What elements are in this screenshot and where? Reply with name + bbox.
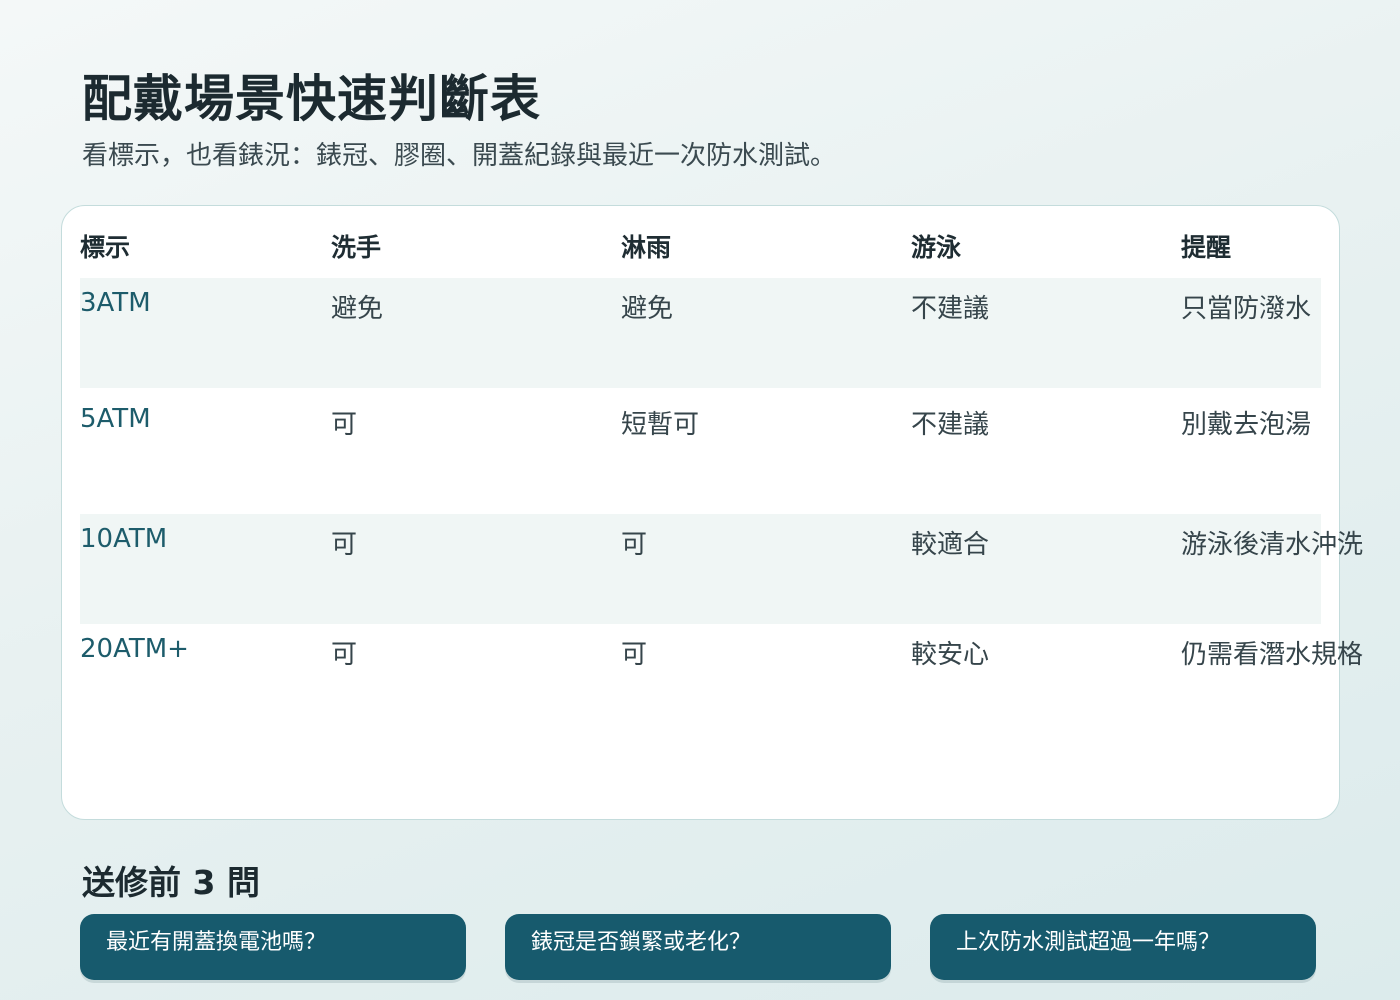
swimming-cell: 不建議 bbox=[911, 410, 990, 440]
column-header-rating: 標示 bbox=[80, 233, 131, 262]
reminder-cell: 游泳後清水沖洗 bbox=[1181, 530, 1364, 560]
reminder-cell: 別戴去泡湯 bbox=[1181, 410, 1312, 440]
table-row: 3ATM 避免 避免 不建議 只當防潑水 bbox=[80, 278, 1321, 388]
column-header-hand-washing: 洗手 bbox=[331, 233, 382, 262]
reminder-cell: 只當防潑水 bbox=[1181, 294, 1312, 324]
question-button-battery-change[interactable]: 最近有開蓋換電池嗎？ bbox=[80, 914, 466, 980]
wear-scenario-table: 標示 洗手 淋雨 游泳 提醒 3ATM 避免 避免 不建議 只當防潑水 5ATM… bbox=[61, 205, 1363, 820]
rating-cell: 3ATM bbox=[80, 288, 151, 318]
rating-cell: 5ATM bbox=[80, 404, 151, 434]
rating-cell: 20ATM+ bbox=[80, 634, 189, 664]
swimming-cell: 較安心 bbox=[911, 640, 990, 670]
page-subtitle: 看標示，也看錶況：錶冠、膠圈、開蓋紀錄與最近一次防水測試。 bbox=[82, 141, 837, 171]
table-row: 5ATM 可 短暫可 不建議 別戴去泡湯 bbox=[80, 388, 1321, 514]
reminder-cell: 仍需看潛水規格 bbox=[1181, 640, 1364, 670]
column-header-rain: 淋雨 bbox=[621, 233, 672, 262]
column-header-reminder: 提醒 bbox=[1181, 233, 1232, 262]
rain-cell: 可 bbox=[621, 640, 648, 670]
question-button-water-test[interactable]: 上次防水測試超過一年嗎？ bbox=[930, 914, 1316, 980]
table-row: 20ATM+ 可 可 較安心 仍需看潛水規格 bbox=[80, 624, 1363, 734]
question-button-crown-check[interactable]: 錶冠是否鎖緊或老化？ bbox=[505, 914, 891, 980]
page-title: 配戴場景快速判斷表 bbox=[82, 70, 541, 128]
swimming-cell: 不建議 bbox=[911, 294, 990, 324]
hand-washing-cell: 可 bbox=[331, 530, 358, 560]
rating-cell: 10ATM bbox=[80, 524, 168, 554]
rain-cell: 短暫可 bbox=[621, 410, 700, 440]
checklist-title: 送修前 3 問 bbox=[82, 863, 260, 902]
rain-cell: 避免 bbox=[621, 294, 674, 324]
hand-washing-cell: 可 bbox=[331, 410, 358, 440]
rain-cell: 可 bbox=[621, 530, 648, 560]
swimming-cell: 較適合 bbox=[911, 530, 990, 560]
column-header-swimming: 游泳 bbox=[911, 233, 962, 262]
hand-washing-cell: 避免 bbox=[331, 294, 384, 324]
hand-washing-cell: 可 bbox=[331, 640, 358, 670]
table-row: 10ATM 可 可 較適合 游泳後清水沖洗 bbox=[80, 514, 1363, 624]
table-header-row: 標示 洗手 淋雨 游泳 提醒 bbox=[80, 206, 1321, 278]
table-grid: 標示 洗手 淋雨 游泳 提醒 3ATM 避免 避免 不建議 只當防潑水 5ATM… bbox=[80, 206, 1363, 734]
